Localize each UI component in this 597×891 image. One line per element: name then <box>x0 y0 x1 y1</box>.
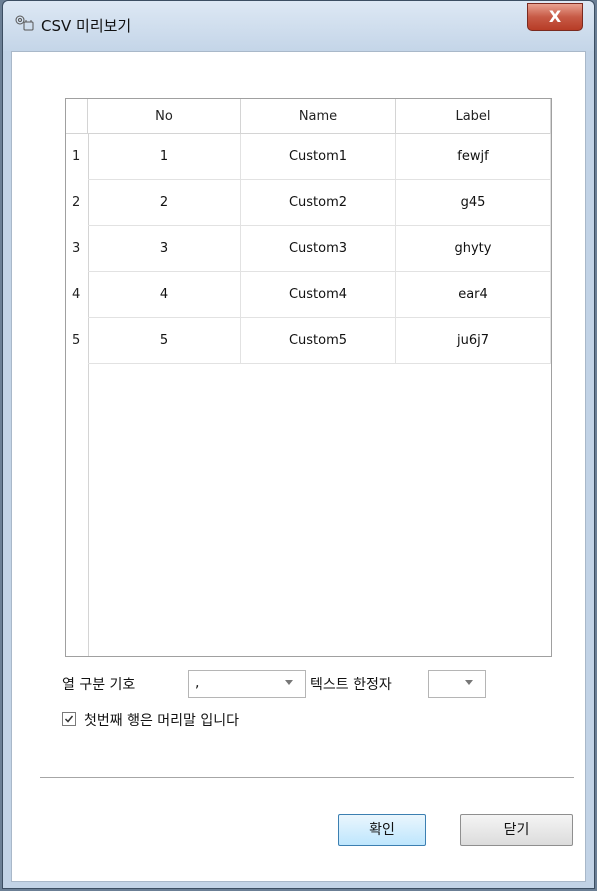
table-row[interactable]: 1 1 Custom1 fewjf <box>66 134 551 180</box>
table-row[interactable]: 2 2 Custom2 g45 <box>66 180 551 226</box>
app-icon <box>13 13 37 33</box>
table-row[interactable]: 4 4 Custom4 ear4 <box>66 272 551 318</box>
dialog-body: No Name Label 1 1 Custom1 fewjf 2 2 Cust… <box>11 51 586 882</box>
column-header-no[interactable]: No <box>88 99 241 134</box>
header-row-checkbox-label[interactable]: 첫번째 행은 머리말 입니다 <box>84 710 239 730</box>
window-title: CSV 미리보기 <box>41 17 132 35</box>
delimiter-select[interactable]: , <box>188 670 306 698</box>
title-bar[interactable]: CSV 미리보기 X <box>3 1 594 51</box>
cell-no[interactable]: 2 <box>88 180 241 226</box>
row-number: 4 <box>72 287 81 302</box>
cell-no[interactable]: 1 <box>88 134 241 180</box>
close-window-button[interactable]: X <box>527 3 583 31</box>
csv-preview-dialog: CSV 미리보기 X No Name Label 1 1 Custom1 few… <box>2 0 595 889</box>
cell-name[interactable]: Custom3 <box>241 226 396 272</box>
delimiter-label: 열 구분 기호 <box>62 677 136 693</box>
cell-label[interactable]: fewjf <box>396 134 551 180</box>
row-number: 3 <box>72 241 81 256</box>
cell-name[interactable]: Custom4 <box>241 272 396 318</box>
checkmark-icon <box>64 715 74 723</box>
cell-label[interactable]: g45 <box>396 180 551 226</box>
text-qualifier-label: 텍스트 한정자 <box>310 677 392 693</box>
text-qualifier-select[interactable] <box>428 670 486 698</box>
column-header-name[interactable]: Name <box>241 99 396 134</box>
close-button[interactable]: 닫기 <box>460 814 573 846</box>
row-number: 2 <box>72 195 81 210</box>
grid-corner <box>66 99 88 134</box>
chevron-down-icon <box>285 680 293 685</box>
ok-button[interactable]: 확인 <box>338 814 426 846</box>
cell-no[interactable]: 3 <box>88 226 241 272</box>
table-row[interactable]: 3 3 Custom3 ghyty <box>66 226 551 272</box>
preview-grid[interactable]: No Name Label 1 1 Custom1 fewjf 2 2 Cust… <box>65 98 552 657</box>
cell-label[interactable]: ghyty <box>396 226 551 272</box>
divider <box>40 777 574 778</box>
cell-no[interactable]: 4 <box>88 272 241 318</box>
cell-name[interactable]: Custom1 <box>241 134 396 180</box>
column-header-label[interactable]: Label <box>396 99 551 134</box>
row-number: 1 <box>72 149 81 164</box>
cell-label[interactable]: ear4 <box>396 272 551 318</box>
cell-label[interactable]: ju6j7 <box>396 318 551 364</box>
delimiter-value: , <box>195 675 200 691</box>
cell-name[interactable]: Custom5 <box>241 318 396 364</box>
cell-name[interactable]: Custom2 <box>241 180 396 226</box>
row-number: 5 <box>72 333 81 348</box>
cell-no[interactable]: 5 <box>88 318 241 364</box>
chevron-down-icon <box>465 680 473 685</box>
header-row-checkbox[interactable] <box>62 712 76 726</box>
table-row[interactable]: 5 5 Custom5 ju6j7 <box>66 318 551 364</box>
